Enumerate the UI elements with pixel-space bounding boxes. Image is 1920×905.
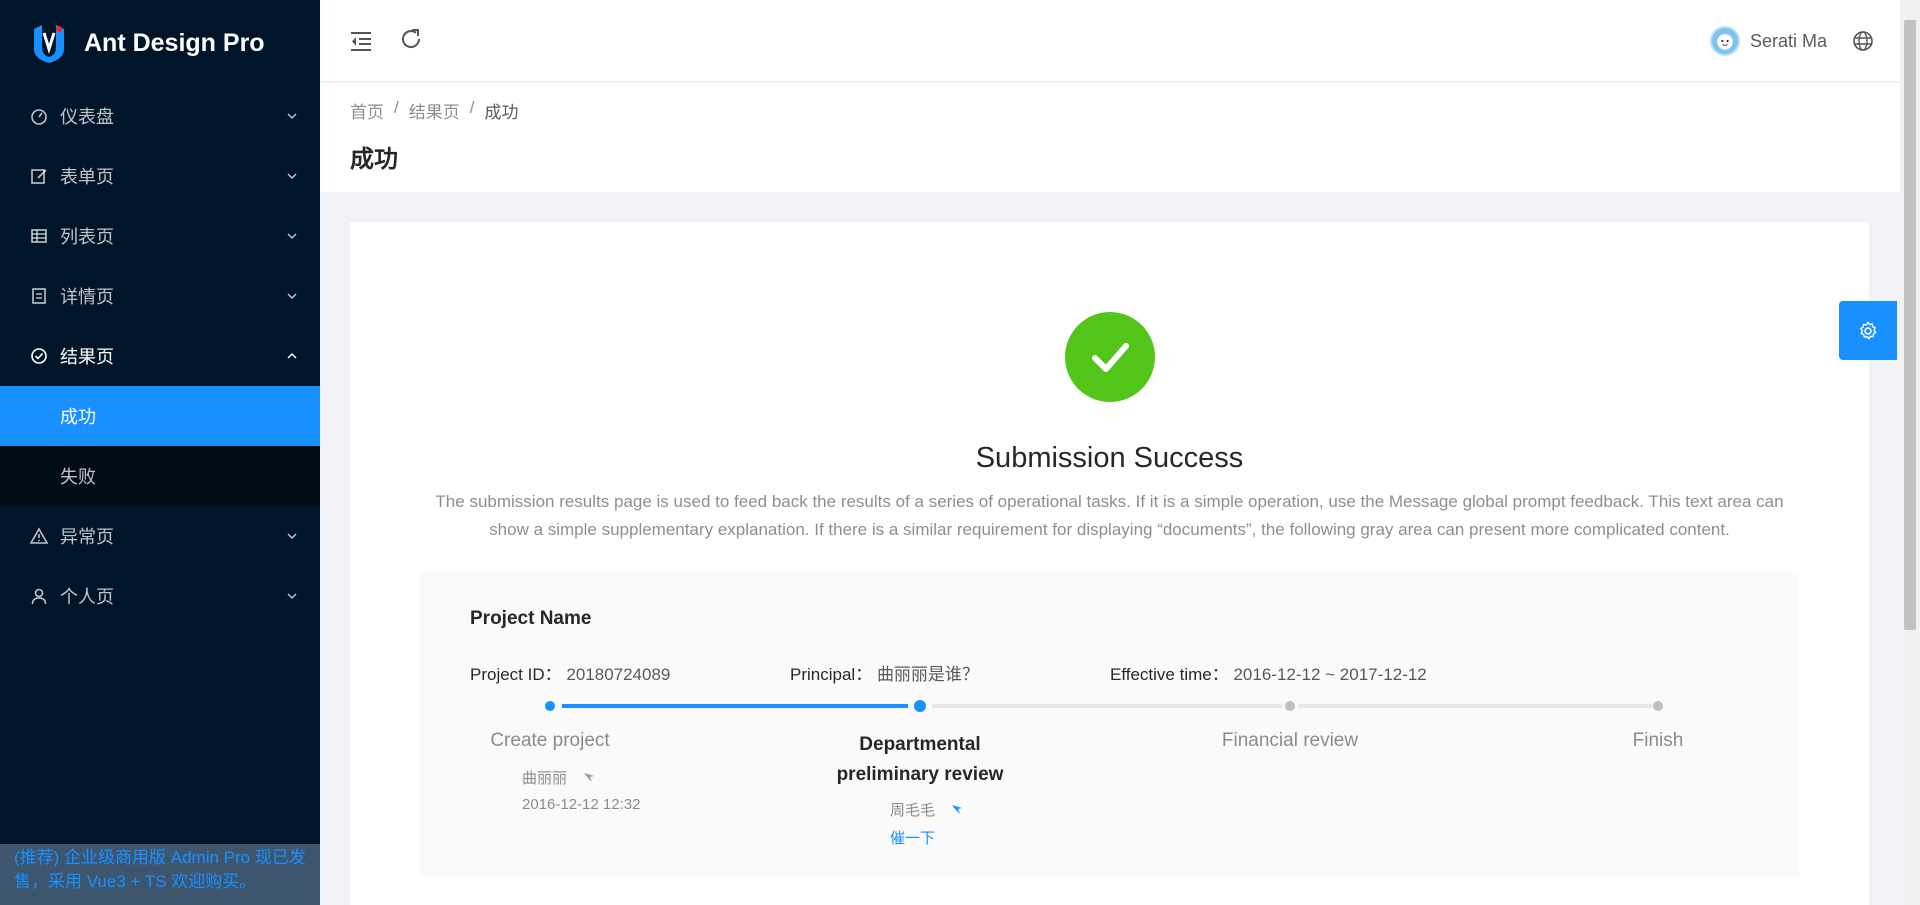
logo-icon (34, 25, 64, 63)
check-circle-icon (30, 347, 48, 365)
effective-time-value: 2016-12-12 ~ 2017-12-12 (1233, 665, 1427, 684)
table-icon (30, 227, 48, 245)
success-check-icon (1065, 312, 1155, 402)
sidebar-item-dashboard[interactable]: 仪表盘 (0, 86, 320, 146)
dingding-icon (584, 773, 595, 782)
promo-banner[interactable]: (推荐) 企业级商用版 Admin Pro 现已发售，采用 Vue3 + TS … (0, 844, 320, 905)
chevron-down-icon (287, 113, 297, 120)
page-header: 首页 / 结果页 / 成功 成功 (320, 83, 1900, 192)
step-tail-finished (562, 704, 908, 708)
sidebar-item-label: 个人页 (60, 587, 114, 607)
sidebar-item-account[interactable]: 个人页 (0, 566, 320, 626)
sidebar-item-form[interactable]: 表单页 (0, 146, 320, 206)
reload-icon[interactable] (398, 26, 424, 52)
user-icon (30, 587, 48, 605)
user-name: Serati Ma (1750, 30, 1828, 51)
dashboard-icon (30, 107, 48, 125)
dingding-icon (952, 805, 963, 814)
sidebar-item-label: 详情页 (60, 287, 114, 307)
top-header: Serati Ma (320, 0, 1900, 82)
result-title: Submission Success (975, 442, 1244, 474)
principal-label: Principal： (790, 665, 873, 684)
sidebar-item-fail[interactable]: 失败 (0, 446, 320, 506)
step-tail-wait (932, 704, 1282, 708)
result-description: The submission results page is used to f… (435, 492, 1784, 539)
logo[interactable]: Ant Design Pro (0, 0, 320, 86)
project-id: Project ID： 20180724089 (470, 660, 670, 685)
sidebar-item-list[interactable]: 列表页 (0, 206, 320, 266)
sidebar-item-label: 结果页 (60, 347, 114, 367)
effective-time: Effective time： 2016-12-12 ~ 2017-12-12 (1110, 660, 1427, 685)
project-id-label: Project ID： (470, 665, 562, 684)
breadcrumb-separator: / (394, 98, 399, 117)
menu-fold-icon[interactable] (348, 28, 374, 54)
step-dot-1 (545, 701, 555, 711)
app-title: Ant Design Pro (84, 28, 265, 57)
result-extra-panel: Project Name Project ID： 20180724089 Pri… (420, 572, 1799, 877)
breadcrumb-parent[interactable]: 结果页 (409, 98, 460, 123)
step-person: 曲丽丽 (522, 767, 595, 788)
principal-value: 曲丽丽是谁？ (876, 665, 979, 684)
profile-icon (30, 287, 48, 305)
result-submenu: 成功 失败 (0, 386, 320, 506)
settings-drawer-button[interactable] (1839, 301, 1897, 360)
step-tail-wait (1298, 704, 1652, 708)
step-dot-3 (1285, 701, 1295, 711)
step-dot-2 (914, 700, 926, 712)
result-card: Submission Success The submission result… (350, 222, 1869, 905)
sidebar-item-label: 表单页 (60, 167, 114, 187)
sidebar-item-result[interactable]: 结果页 (0, 326, 320, 386)
sidebar-item-detail[interactable]: 详情页 (0, 266, 320, 326)
avatar (1710, 26, 1740, 56)
step-dot-4 (1653, 701, 1663, 711)
sidebar-item-exception[interactable]: 异常页 (0, 506, 320, 566)
chevron-up-icon (287, 352, 297, 359)
step-time: 2016-12-12 12:32 (522, 796, 641, 813)
breadcrumb: 首页 / 结果页 / 成功 (350, 98, 518, 123)
step-person: 周毛毛 (890, 799, 963, 820)
effective-time-label: Effective time： (1110, 665, 1229, 684)
chevron-down-icon (287, 533, 297, 540)
sidebar: Ant Design Pro 仪表盘 表单页 列表页 详情页 结果页 成功 失败… (0, 0, 320, 905)
project-id-value: 20180724089 (566, 665, 671, 684)
chevron-down-icon (287, 293, 297, 300)
step-title-finish: Finish (1632, 730, 1684, 751)
project-name: Project Name (470, 608, 592, 629)
page-title: 成功 (350, 146, 398, 173)
step-title-financial-review: Financial review (1221, 730, 1359, 751)
sidebar-item-label: 异常页 (60, 527, 114, 547)
breadcrumb-current: 成功 (484, 103, 519, 122)
sidebar-item-label: 列表页 (60, 227, 114, 247)
step-title-create-project: Create project (490, 730, 610, 751)
user-menu[interactable]: Serati Ma (1710, 26, 1827, 56)
principal: Principal： 曲丽丽是谁？ (790, 660, 979, 685)
warning-icon (30, 527, 48, 545)
form-icon (30, 167, 48, 185)
breadcrumb-home[interactable]: 首页 (350, 98, 384, 123)
globe-icon[interactable] (1852, 30, 1874, 52)
sidebar-item-label: 仪表盘 (60, 107, 114, 127)
scrollbar-thumb[interactable] (1904, 20, 1916, 630)
sidebar-item-success[interactable]: 成功 (0, 386, 320, 446)
scrollbar[interactable] (1900, 0, 1920, 905)
urge-link[interactable]: 催一下 (890, 827, 935, 848)
breadcrumb-separator: / (469, 98, 475, 117)
chevron-down-icon (287, 173, 297, 180)
gear-icon (1859, 321, 1877, 339)
step-title-departmental-review: Departmental preliminary review (836, 734, 1004, 785)
chevron-down-icon (287, 233, 297, 240)
chevron-down-icon (287, 593, 297, 600)
